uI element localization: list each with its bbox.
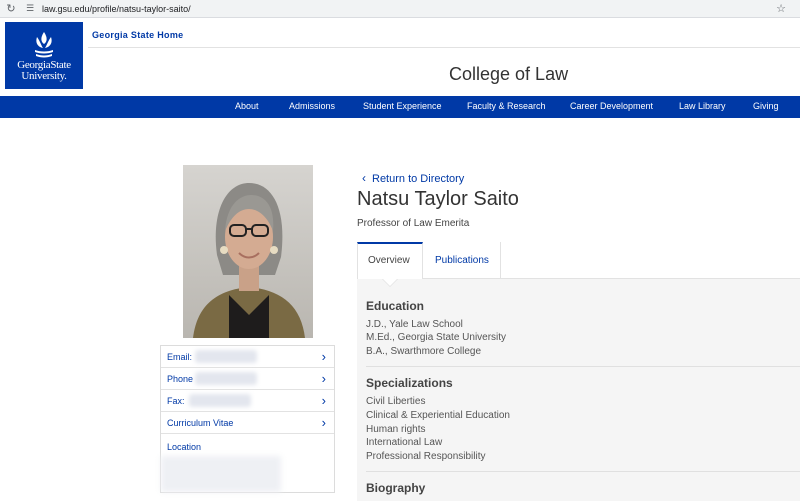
- logo-text-line2: University.: [21, 70, 67, 82]
- nav-item-law-library[interactable]: Law Library: [679, 101, 726, 111]
- redacted-value: [195, 350, 257, 363]
- specialization-item: Clinical & Experiential Education: [366, 410, 510, 421]
- flame-icon: [35, 32, 53, 58]
- specialization-item: International Law: [366, 437, 443, 448]
- section-divider: [366, 471, 800, 472]
- reload-icon[interactable]: ↻: [0, 2, 22, 15]
- curriculum-vitae-label: Curriculum Vitae: [167, 418, 234, 428]
- tab-indicator: [383, 279, 397, 286]
- section-divider: [366, 366, 800, 367]
- tab-publications-label: Publications: [435, 255, 489, 266]
- curriculum-vitae-row[interactable]: Curriculum Vitae ›: [161, 412, 334, 434]
- profile-photo: [183, 165, 313, 338]
- url-field[interactable]: law.gsu.edu/profile/natsu-taylor-saito/: [42, 4, 191, 14]
- tab-overview[interactable]: Overview: [357, 242, 423, 279]
- overview-panel: Education J.D., Yale Law School M.Ed., G…: [357, 279, 800, 501]
- site-info-icon[interactable]: ☰: [22, 3, 38, 14]
- chevron-right-icon: ›: [321, 415, 326, 430]
- profile-title: Professor of Law Emerita: [357, 218, 470, 229]
- nav-item-career-development[interactable]: Career Development: [570, 101, 653, 111]
- nav-item-faculty-research[interactable]: Faculty & Research: [467, 101, 546, 111]
- fax-row[interactable]: Fax: ›: [161, 390, 334, 412]
- location-label: Location: [167, 442, 202, 452]
- specialization-item: Professional Responsibility: [366, 451, 486, 462]
- main-nav: About Admissions Student Experience Facu…: [0, 96, 800, 118]
- chevron-left-icon: ‹: [362, 171, 366, 185]
- phone-row[interactable]: Phone ›: [161, 368, 334, 390]
- tab-publications[interactable]: Publications: [423, 242, 501, 279]
- email-label: Email:: [167, 352, 193, 362]
- browser-address-bar: ↻ ☰ law.gsu.edu/profile/natsu-taylor-sai…: [0, 0, 800, 18]
- chevron-right-icon: ›: [321, 371, 326, 386]
- georgia-state-home-link[interactable]: Georgia State Home: [92, 30, 183, 40]
- return-to-directory-link[interactable]: ‹ Return to Directory: [362, 171, 464, 185]
- redacted-location: [161, 456, 281, 492]
- tab-overview-label: Overview: [368, 255, 410, 266]
- redacted-value: [195, 372, 257, 385]
- nav-item-about[interactable]: About: [235, 101, 259, 111]
- chevron-right-icon: ›: [321, 349, 326, 364]
- contact-box: Email: › Phone › Fax: › Curriculum Vitae…: [160, 345, 335, 493]
- chevron-right-icon: ›: [321, 393, 326, 408]
- specialization-item: Civil Liberties: [366, 396, 426, 407]
- fax-label: Fax:: [167, 396, 185, 406]
- header-divider: [88, 47, 800, 48]
- college-title: College of Law: [449, 64, 569, 84]
- redacted-value: [189, 394, 251, 407]
- biography-heading: Biography: [366, 481, 426, 495]
- email-row[interactable]: Email: ›: [161, 346, 334, 368]
- nav-item-giving[interactable]: Giving: [753, 101, 779, 111]
- return-label: Return to Directory: [372, 173, 465, 185]
- star-icon[interactable]: ☆: [776, 2, 786, 15]
- education-item: J.D., Yale Law School: [366, 319, 463, 330]
- profile-name: Natsu Taylor Saito: [357, 188, 519, 210]
- specializations-heading: Specializations: [366, 376, 453, 390]
- education-item: M.Ed., Georgia State University: [366, 332, 507, 343]
- education-heading: Education: [366, 299, 425, 313]
- gsu-logo[interactable]: GeorgiaState University.: [5, 22, 83, 89]
- education-item: B.A., Swarthmore College: [366, 346, 482, 357]
- phone-label: Phone: [167, 374, 194, 384]
- nav-item-student-experience[interactable]: Student Experience: [363, 101, 442, 111]
- nav-item-admissions[interactable]: Admissions: [289, 101, 335, 111]
- specialization-item: Human rights: [366, 424, 426, 435]
